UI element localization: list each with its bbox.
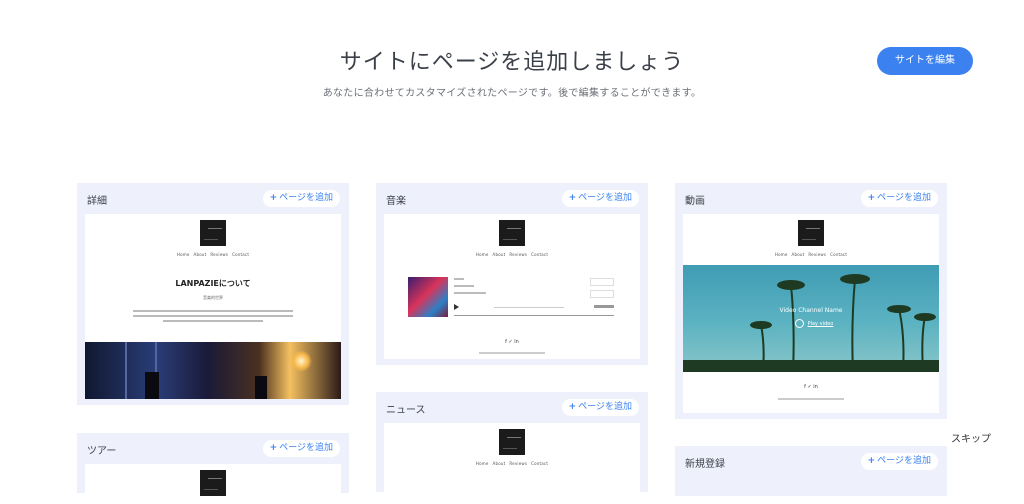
video-hero: Video Channel Name Play video [683,265,939,372]
page-card-music[interactable]: 音楽 + ページを追加 Home About Reviews Contact f ✓ i… [376,183,648,365]
add-page-label: ページを追加 [578,193,632,203]
add-page-label: ページを追加 [279,443,333,453]
page-card-news[interactable]: ニュース + ページを追加 Home About Reviews Contact [376,392,648,503]
site-logo [499,220,525,246]
site-logo [798,220,824,246]
nav-item: About [791,252,805,257]
add-page-button[interactable]: + ページを追加 [860,190,938,207]
plus-icon: + [568,402,577,412]
plus-icon: + [867,193,876,203]
social-icons: f ✓ in [505,339,519,345]
play-circle-icon [795,319,804,328]
play-video-label: Play video [807,321,834,327]
add-page-label: ページを追加 [877,193,931,203]
preview-nav: Home About Reviews Contact [85,252,341,257]
audio-progress [454,315,614,316]
page-card-signup[interactable]: 新規登録 + ページを追加 [675,446,947,496]
page-subtitle: あなたに合わせてカスタマイズされたページです。後で編集することができます。 [322,88,702,99]
skip-link[interactable]: スキップ [951,430,991,445]
page-card-video[interactable]: 動画 + ページを追加 Home About Reviews Contact V… [675,183,947,419]
track-info [454,278,614,298]
plus-icon: + [568,193,577,203]
page-preview: Home About Reviews Contact [384,423,640,503]
nav-item: Home [475,252,489,257]
video-channel-name: Video Channel Name [779,307,843,314]
preview-subheading: 音楽的世界 [203,295,223,300]
preview-nav: Home About Reviews Contact [683,252,939,257]
card-header: ニュース + ページを追加 [376,392,648,422]
add-page-button[interactable]: + ページを追加 [561,399,639,416]
page-card-tour[interactable]: ツアー + ページを追加 [77,433,349,504]
page-card-details[interactable]: 詳細 + ページを追加 Home About Reviews Contact LANPA… [77,183,349,405]
card-header: 動画 + ページを追加 [675,183,947,213]
concert-image [85,342,341,399]
preview-heading: LANPAZIEについて [175,279,251,288]
page-title: サイトにページを追加しましょう [339,50,685,75]
nav-item: About [492,252,506,257]
play-icon [454,304,459,310]
add-page-label: ページを追加 [877,456,931,466]
nav-item: Reviews [509,252,528,257]
preview-nav: Home About Reviews Contact [384,461,640,466]
card-title: ツアー [87,446,117,457]
nav-item: Contact [232,252,250,257]
nav-item: Contact [830,252,848,257]
card-title: 音楽 [386,196,406,207]
page-preview: Home About Reviews Contact LANPAZIEについて 音楽的… [85,214,341,399]
add-page-button[interactable]: + ページを追加 [262,440,340,457]
nav-item: Reviews [808,252,827,257]
album-cover [408,277,448,317]
card-header: 新規登録 + ページを追加 [675,446,947,476]
nav-item: Reviews [210,252,229,257]
page-preview: Home About Reviews Contact [683,214,939,413]
nav-item: Contact [531,252,549,257]
nav-item: About [492,461,506,466]
add-page-button[interactable]: + ページを追加 [561,190,639,207]
page-preview [85,464,341,504]
card-header: 詳細 + ページを追加 [77,183,349,213]
edit-site-button[interactable]: サイトを編集 [877,47,973,75]
footer-text [479,352,545,354]
nav-item: About [193,252,207,257]
card-header: 音楽 + ページを追加 [376,183,648,213]
footer-text [778,398,844,400]
play-video-control: Play video [795,319,833,328]
card-title: 新規登録 [685,459,725,470]
card-title: 動画 [685,196,705,207]
plus-icon: + [269,193,278,203]
card-title: ニュース [386,405,426,416]
preview-nav: Home About Reviews Contact [384,252,640,257]
add-page-button[interactable]: + ページを追加 [262,190,340,207]
nav-item: Home [475,461,489,466]
card-title: 詳細 [87,196,107,207]
preview-paragraph [133,310,293,322]
site-logo [499,429,525,455]
add-page-button[interactable]: + ページを追加 [860,453,938,470]
nav-item: Home [774,252,788,257]
plus-icon: + [867,456,876,466]
nav-item: Reviews [509,461,528,466]
nav-item: Contact [531,461,549,466]
card-header: ツアー + ページを追加 [77,433,349,463]
audio-player [454,304,614,312]
nav-item: Home [176,252,190,257]
social-icons: f ✓ in [804,384,818,390]
add-page-label: ページを追加 [279,193,333,203]
site-logo [200,220,226,246]
page-preview: Home About Reviews Contact f ✓ in [384,214,640,359]
add-page-label: ページを追加 [578,402,632,412]
plus-icon: + [269,443,278,453]
site-logo [200,470,226,496]
